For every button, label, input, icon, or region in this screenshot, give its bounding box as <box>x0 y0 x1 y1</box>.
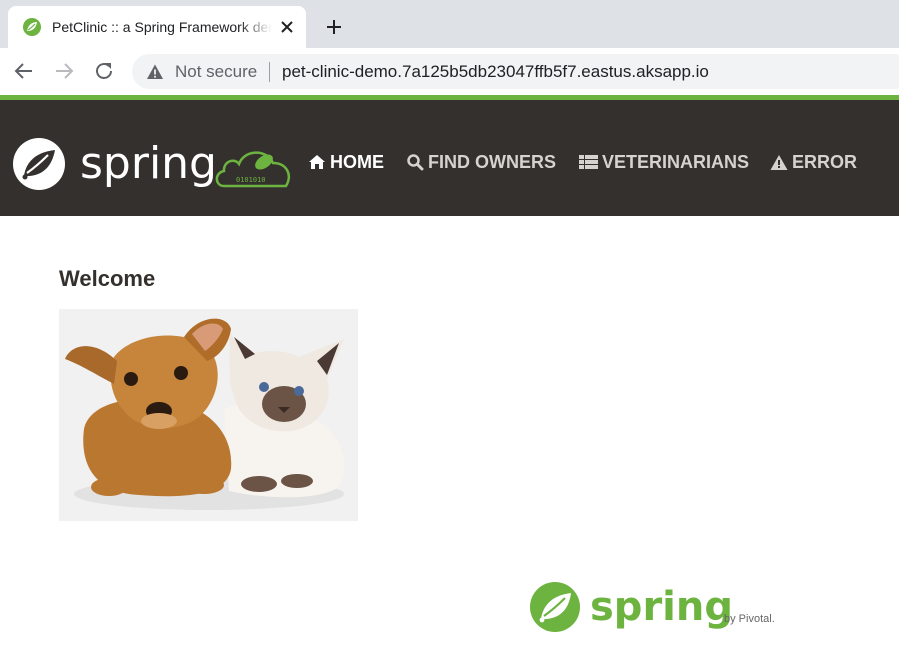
spring-leaf-icon <box>23 18 41 36</box>
arrow-right-icon[interactable] <box>53 60 75 82</box>
tab-title: PetClinic :: a Spring Framework demonstr… <box>52 19 272 35</box>
nav-find-owners[interactable]: FIND OWNERS <box>406 151 556 173</box>
svg-text:0101010: 0101010 <box>236 176 266 184</box>
url-text[interactable]: pet-clinic-demo.7a125b5db23047ffb5f7.eas… <box>282 62 709 82</box>
security-status[interactable]: Not secure <box>175 62 257 82</box>
page-title: Welcome <box>59 266 156 291</box>
arrow-left-icon[interactable] <box>13 60 35 82</box>
footer-byline: by Pivotal. <box>724 613 775 625</box>
close-icon[interactable] <box>278 18 296 36</box>
warning-triangle-icon[interactable] <box>146 63 164 81</box>
list-icon <box>579 155 598 169</box>
pets-photo <box>59 309 358 521</box>
nav-home[interactable]: HOME <box>308 151 384 173</box>
nav-error-label: ERROR <box>792 151 858 172</box>
nav-veterinarians[interactable]: VETERINARIANS <box>579 151 749 173</box>
browser-tab[interactable]: PetClinic :: a Spring Framework demonstr… <box>8 6 306 48</box>
spring-by-pivotal-logo: spring by Pivotal. <box>530 582 775 632</box>
warning-icon <box>770 154 788 170</box>
svg-text:spring: spring <box>80 138 217 189</box>
spring-logo[interactable]: spring 0101010 <box>10 136 300 192</box>
site-navbar: spring 0101010 HOME FIND OWNERS VETERINA… <box>0 95 899 216</box>
plus-icon[interactable] <box>324 17 344 37</box>
nav-home-label: HOME <box>330 151 384 172</box>
search-icon <box>407 154 424 171</box>
nav-veterinarians-label: VETERINARIANS <box>602 151 750 172</box>
nav-find-owners-label: FIND OWNERS <box>428 151 556 172</box>
home-icon <box>309 155 325 169</box>
address-bar[interactable]: Not secure pet-clinic-demo.7a125b5db2304… <box>132 54 899 89</box>
browser-tabstrip: PetClinic :: a Spring Framework demonstr… <box>0 0 899 48</box>
nav-error[interactable]: ERROR <box>770 151 857 173</box>
footer-logo-text: spring <box>590 584 733 630</box>
reload-icon[interactable] <box>93 60 115 82</box>
separator <box>269 62 270 82</box>
browser-toolbar: Not secure pet-clinic-demo.7a125b5db2304… <box>0 48 899 95</box>
